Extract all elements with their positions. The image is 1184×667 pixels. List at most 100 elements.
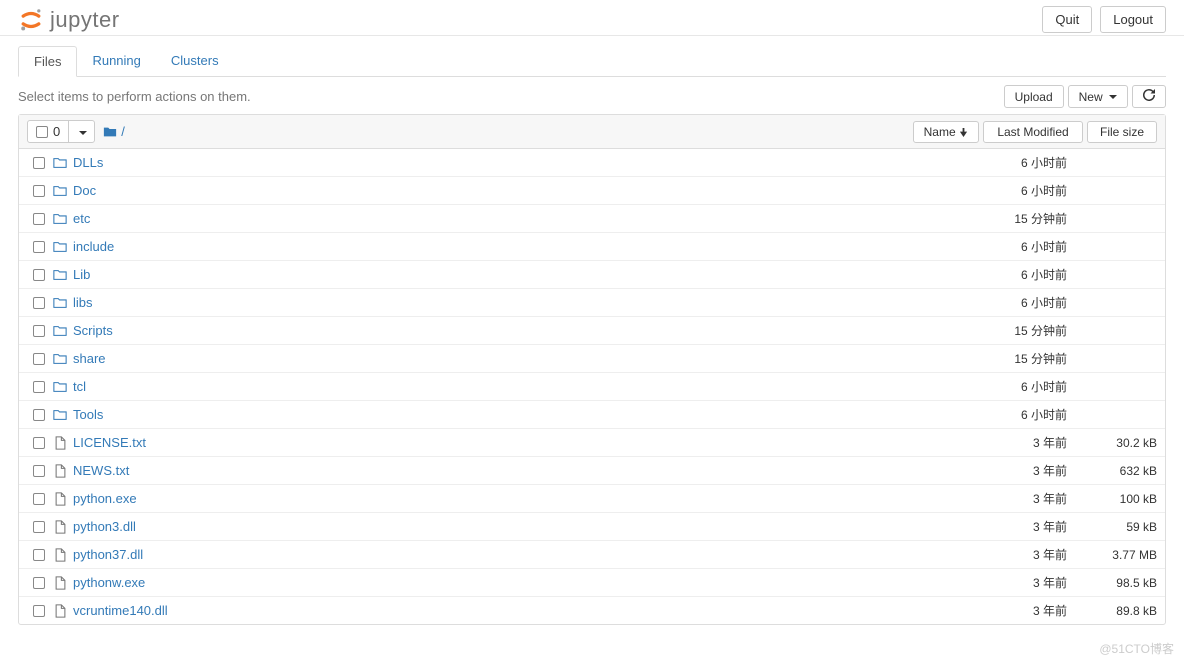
- item-modified: 15 分钟前: [947, 350, 1067, 367]
- row-checkbox[interactable]: [33, 521, 45, 533]
- row-checkbox[interactable]: [33, 549, 45, 561]
- list-item: LICENSE.txt3 年前30.2 kB: [19, 429, 1165, 457]
- tab-running[interactable]: Running: [77, 46, 155, 76]
- item-size: 89.8 kB: [1067, 604, 1157, 618]
- item-modified: 3 年前: [947, 434, 1067, 451]
- row-checkbox-wrap: [27, 325, 51, 337]
- item-name[interactable]: Scripts: [69, 323, 947, 338]
- row-checkbox[interactable]: [33, 381, 45, 393]
- item-modified: 6 小时前: [947, 154, 1067, 171]
- list-item: share15 分钟前: [19, 345, 1165, 373]
- item-size: 98.5 kB: [1067, 576, 1157, 590]
- row-checkbox[interactable]: [33, 297, 45, 309]
- row-checkbox[interactable]: [33, 269, 45, 281]
- item-modified: 3 年前: [947, 602, 1067, 619]
- row-checkbox[interactable]: [33, 437, 45, 449]
- row-checkbox[interactable]: [33, 241, 45, 253]
- item-modified: 15 分钟前: [947, 210, 1067, 227]
- list-item: python37.dll3 年前3.77 MB: [19, 541, 1165, 569]
- item-name[interactable]: python3.dll: [69, 519, 947, 534]
- item-name[interactable]: libs: [69, 295, 947, 310]
- row-checkbox[interactable]: [33, 605, 45, 617]
- row-checkbox-wrap: [27, 241, 51, 253]
- select-all-dropdown[interactable]: [69, 121, 94, 142]
- list-item: etc15 分钟前: [19, 205, 1165, 233]
- file-icon: [51, 492, 69, 506]
- arrow-down-icon: [959, 128, 968, 137]
- item-name[interactable]: pythonw.exe: [69, 575, 947, 590]
- row-checkbox-wrap: [27, 409, 51, 421]
- logout-button[interactable]: Logout: [1100, 6, 1166, 33]
- row-checkbox[interactable]: [33, 493, 45, 505]
- item-name[interactable]: DLLs: [69, 155, 947, 170]
- sort-name-button[interactable]: Name: [913, 121, 979, 143]
- row-checkbox-wrap: [27, 213, 51, 225]
- item-name[interactable]: vcruntime140.dll: [69, 603, 947, 618]
- row-checkbox-wrap: [27, 381, 51, 393]
- item-size: 59 kB: [1067, 520, 1157, 534]
- list-item: python3.dll3 年前59 kB: [19, 513, 1165, 541]
- tab-clusters[interactable]: Clusters: [156, 46, 234, 76]
- folder-icon: [51, 380, 69, 394]
- row-checkbox[interactable]: [33, 213, 45, 225]
- row-checkbox[interactable]: [33, 409, 45, 421]
- item-name[interactable]: NEWS.txt: [69, 463, 947, 478]
- sort-size-button[interactable]: File size: [1087, 121, 1157, 143]
- item-name[interactable]: include: [69, 239, 947, 254]
- quit-button[interactable]: Quit: [1042, 6, 1092, 33]
- row-checkbox[interactable]: [33, 353, 45, 365]
- list-item: vcruntime140.dll3 年前89.8 kB: [19, 597, 1165, 624]
- item-name[interactable]: LICENSE.txt: [69, 435, 947, 450]
- item-name[interactable]: etc: [69, 211, 947, 226]
- item-name[interactable]: python.exe: [69, 491, 947, 506]
- item-name[interactable]: share: [69, 351, 947, 366]
- refresh-button[interactable]: [1132, 85, 1166, 108]
- jupyter-logo[interactable]: jupyter: [18, 7, 120, 33]
- row-checkbox-wrap: [27, 353, 51, 365]
- row-checkbox-wrap: [27, 297, 51, 309]
- chevron-down-icon: [79, 131, 87, 135]
- select-all-checkbox-wrap[interactable]: 0: [28, 121, 69, 142]
- chevron-down-icon: [1109, 95, 1117, 99]
- new-button[interactable]: New: [1068, 85, 1128, 108]
- breadcrumb[interactable]: /: [103, 124, 125, 139]
- tab-files[interactable]: Files: [18, 46, 77, 77]
- list-item: python.exe3 年前100 kB: [19, 485, 1165, 513]
- select-all-group: 0: [27, 120, 95, 143]
- item-modified: 3 年前: [947, 518, 1067, 535]
- action-row: Select items to perform actions on them.…: [18, 85, 1166, 108]
- folder-home-icon: [103, 125, 117, 139]
- item-modified: 6 小时前: [947, 294, 1067, 311]
- breadcrumb-root: /: [121, 124, 125, 139]
- item-name[interactable]: Lib: [69, 267, 947, 282]
- row-checkbox[interactable]: [33, 577, 45, 589]
- row-checkbox-wrap: [27, 605, 51, 617]
- row-checkbox[interactable]: [33, 325, 45, 337]
- row-checkbox-wrap: [27, 549, 51, 561]
- list-header: 0 / Name Last Modified File size: [19, 115, 1165, 149]
- sort-modified-button[interactable]: Last Modified: [983, 121, 1083, 143]
- watermark: @51CTO博客: [1099, 640, 1174, 657]
- tab-bar: Files Running Clusters: [18, 46, 1166, 77]
- select-all-checkbox[interactable]: [36, 126, 48, 138]
- item-name[interactable]: tcl: [69, 379, 947, 394]
- row-checkbox-wrap: [27, 577, 51, 589]
- file-list: 0 / Name Last Modified File size DLLs6 小…: [18, 114, 1166, 625]
- item-name[interactable]: Tools: [69, 407, 947, 422]
- item-name[interactable]: Doc: [69, 183, 947, 198]
- file-icon: [51, 520, 69, 534]
- row-checkbox[interactable]: [33, 465, 45, 477]
- item-size: 3.77 MB: [1067, 548, 1157, 562]
- file-icon: [51, 464, 69, 478]
- upload-button[interactable]: Upload: [1004, 85, 1064, 108]
- item-modified: 6 小时前: [947, 266, 1067, 283]
- item-size: 100 kB: [1067, 492, 1157, 506]
- item-name[interactable]: python37.dll: [69, 547, 947, 562]
- row-checkbox[interactable]: [33, 157, 45, 169]
- list-item: libs6 小时前: [19, 289, 1165, 317]
- folder-icon: [51, 240, 69, 254]
- row-checkbox-wrap: [27, 437, 51, 449]
- row-checkbox[interactable]: [33, 185, 45, 197]
- list-item: DLLs6 小时前: [19, 149, 1165, 177]
- list-item: pythonw.exe3 年前98.5 kB: [19, 569, 1165, 597]
